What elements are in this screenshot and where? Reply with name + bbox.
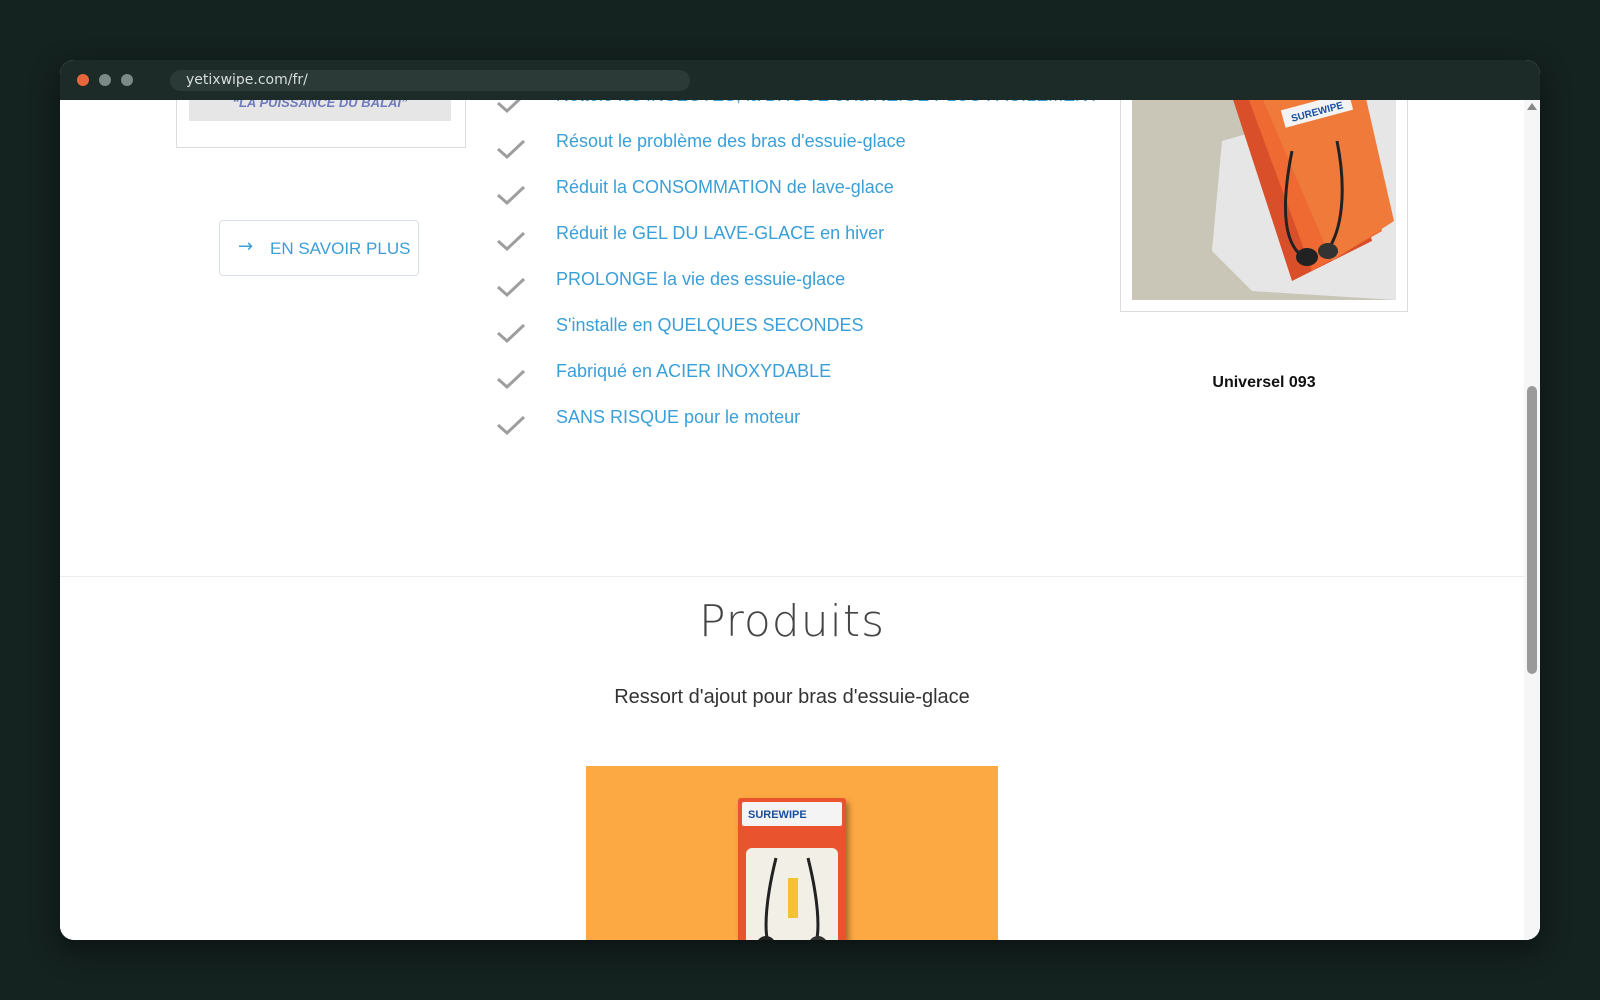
- product-photo-frame: SUREWIPE: [1120, 100, 1408, 312]
- check-icon: [497, 139, 526, 160]
- feature-item: Réduit le GEL DU LAVE-GLACE en hiver: [496, 220, 1096, 266]
- feature-item: PROLONGE la vie des essuie-glace: [496, 266, 1096, 312]
- arrow-right-icon: →: [238, 236, 254, 257]
- logo-slogan: “LA PUISSANCE DU BALAI”: [189, 100, 451, 121]
- check-icon: [497, 415, 526, 436]
- scroll-up-arrow-icon[interactable]: [1527, 103, 1537, 110]
- feature-text: Réduit le GEL DU LAVE-GLACE en hiver: [556, 223, 885, 243]
- feature-item: SANS RISQUE pour le moteur: [496, 404, 1096, 450]
- learn-more-button[interactable]: → EN SAVOIR PLUS: [219, 220, 419, 276]
- browser-window: yetixwipe.com/fr/ “LA PUISSANCE DU BALAI…: [60, 60, 1540, 940]
- package-header: SUREWIPE: [742, 802, 842, 826]
- feature-text: Résout le problème des bras d'essuie-gla…: [556, 131, 906, 151]
- browser-titlebar: yetixwipe.com/fr/: [60, 60, 1540, 100]
- learn-more-label: EN SAVOIR PLUS: [270, 239, 411, 258]
- scrollbar-thumb[interactable]: [1527, 386, 1537, 674]
- feature-text: Réduit la CONSOMMATION de lave-glace: [556, 177, 894, 197]
- product-display-photo[interactable]: SUREWIPE: [1132, 100, 1396, 300]
- product-display-illustration: SUREWIPE: [1132, 100, 1396, 300]
- products-subtitle: Ressort d'ajout pour bras d'essuie-glace: [614, 686, 970, 708]
- feature-item: S'installe en QUELQUES SECONDES: [496, 312, 1096, 358]
- address-bar[interactable]: yetixwipe.com/fr/: [170, 70, 690, 91]
- product-card[interactable]: SUREWIPE: [586, 766, 998, 940]
- check-icon: [497, 185, 526, 206]
- check-icon: [497, 323, 526, 344]
- close-window-icon[interactable]: [77, 74, 89, 86]
- check-icon: [497, 369, 526, 390]
- page-viewport: “LA PUISSANCE DU BALAI” → EN SAVOIR PLUS…: [60, 100, 1540, 940]
- feature-text: Fabriqué en ACIER INOXYDABLE: [556, 361, 832, 381]
- package-window: [746, 848, 838, 940]
- feature-item: Réduit la CONSOMMATION de lave-glace: [496, 174, 1096, 220]
- feature-item: Nettoie les INSECTES, la BROUE et la NEI…: [496, 100, 1099, 128]
- feature-text: SANS RISQUE pour le moteur: [556, 407, 801, 427]
- scrollbar-track[interactable]: [1524, 100, 1540, 940]
- feature-text: PROLONGE la vie des essuie-glace: [556, 269, 846, 289]
- feature-item: Fabriqué en ACIER INOXYDABLE: [496, 358, 1096, 404]
- feature-text: Nettoie les INSECTES, la BROUE et la NEI…: [556, 100, 1099, 108]
- product-package-image: SUREWIPE: [738, 798, 846, 940]
- minimize-window-icon[interactable]: [99, 74, 111, 86]
- feature-item: Résout le problème des bras d'essuie-gla…: [496, 128, 1096, 174]
- wiper-spring-illustration: [758, 857, 826, 940]
- product-caption: Universel 093: [1212, 374, 1316, 391]
- package-brand: SUREWIPE: [748, 809, 807, 821]
- feature-text: S'installe en QUELQUES SECONDES: [556, 315, 864, 335]
- products-title: Produits: [698, 596, 886, 647]
- check-icon: [497, 277, 526, 298]
- check-icon: [497, 100, 521, 114]
- maximize-window-icon[interactable]: [121, 74, 133, 86]
- check-icon: [497, 231, 526, 252]
- section-divider: [60, 576, 1524, 577]
- logo-card: “LA PUISSANCE DU BALAI”: [176, 100, 466, 148]
